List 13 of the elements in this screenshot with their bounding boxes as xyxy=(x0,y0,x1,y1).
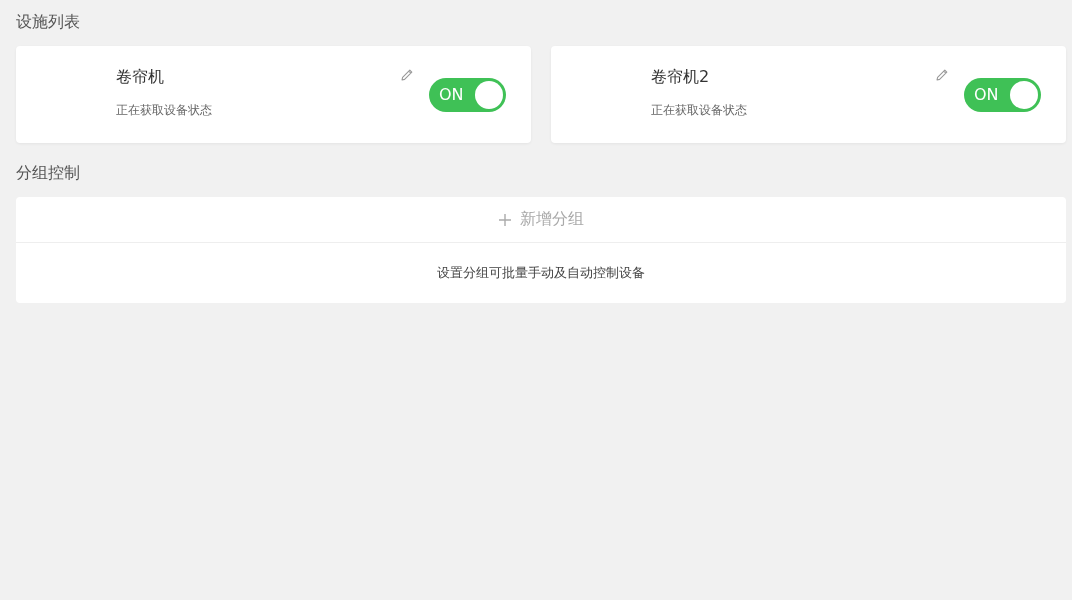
add-group-button[interactable]: 新增分组 xyxy=(16,197,1066,243)
device-name: 卷帘机 xyxy=(116,66,165,88)
hint-text: 设置分组可批量手动及自动控制设备 xyxy=(436,264,646,282)
device-status: 正在获取设备状态 xyxy=(116,101,213,119)
device-name: 卷帘机2 xyxy=(651,66,711,88)
section-title: 分组控制 xyxy=(16,162,81,184)
device-status: 正在获取设备状态 xyxy=(651,101,748,119)
pencil-icon[interactable] xyxy=(935,68,949,82)
pencil-icon[interactable] xyxy=(400,68,414,82)
plus-icon xyxy=(498,212,512,227)
toggle-switch[interactable]: ON xyxy=(964,77,1041,112)
section-title: 设施列表 xyxy=(16,11,81,33)
toggle-switch[interactable]: ON xyxy=(429,77,506,112)
